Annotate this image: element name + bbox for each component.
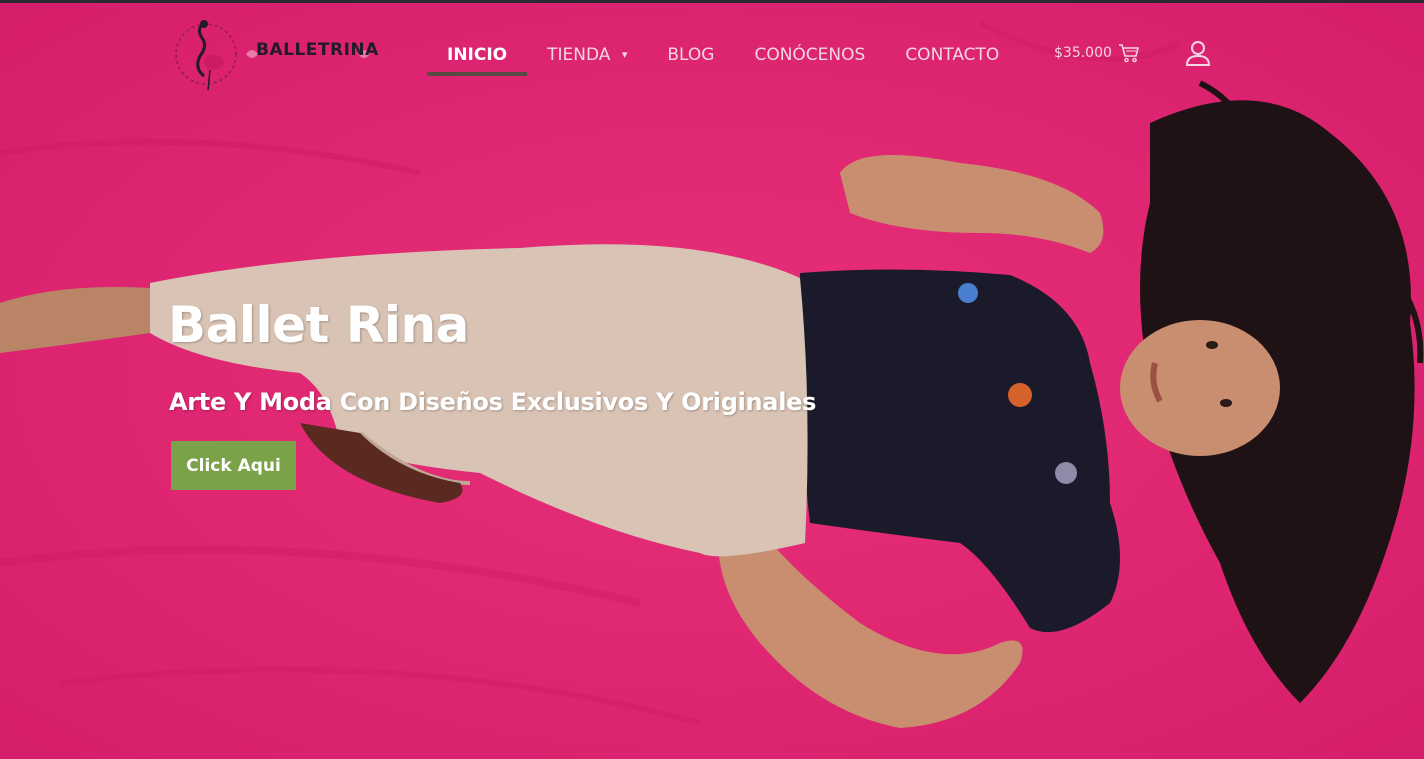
logo-text[interactable]: BALLETRINA	[256, 40, 379, 60]
nav-item-label: CONTACTO	[905, 45, 1000, 65]
click-aqui-button[interactable]: Click Aqui	[171, 441, 296, 490]
page: BALLETRINA INICIO TIENDA ▾ BLOG CONÓCENO…	[0, 0, 1424, 759]
user-icon[interactable]	[1185, 40, 1211, 68]
chevron-down-icon: ▾	[621, 48, 628, 61]
nav-item-blog[interactable]: BLOG	[647, 38, 734, 76]
cart-icon	[1118, 44, 1139, 63]
nav-item-conocenos[interactable]: CONÓCENOS	[734, 38, 885, 76]
nav-item-tienda[interactable]: TIENDA ▾	[527, 38, 647, 76]
hero-subtitle: Arte Y Moda Con Diseños Exclusivos Y Ori…	[169, 388, 817, 416]
nav-item-inicio[interactable]: INICIO	[427, 38, 528, 76]
nav-item-label: BLOG	[667, 45, 715, 65]
nav-item-label: CONÓCENOS	[754, 45, 866, 65]
cart-button[interactable]: $35.000	[1054, 43, 1140, 63]
nav-item-contacto[interactable]: CONTACTO	[885, 38, 1019, 76]
nav-item-label: TIENDA	[547, 45, 611, 65]
hero-title: Ballet Rina	[168, 296, 469, 354]
nav-item-label: INICIO	[447, 45, 508, 65]
main-nav: INICIO TIENDA ▾ BLOG CONÓCENOS CONTACTO	[427, 38, 1019, 78]
cart-amount: $35.000	[1054, 45, 1112, 61]
hero-background-image	[0, 3, 1424, 759]
